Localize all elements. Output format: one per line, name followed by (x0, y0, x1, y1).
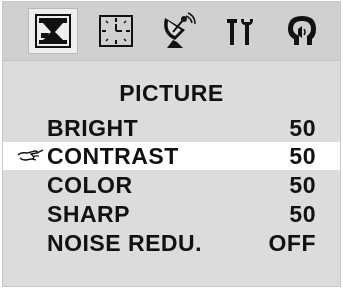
picture-icon (35, 14, 71, 48)
tab-picture[interactable] (28, 8, 78, 54)
menu-item-value: 50 (289, 172, 316, 198)
menu-item-label: BRIGHT (47, 115, 139, 141)
menu-tab-bar (3, 2, 340, 60)
menu-title: PICTURE (119, 80, 224, 106)
menu-item-label: NOISE REDU. (47, 230, 203, 256)
satellite-dish-icon (164, 12, 196, 48)
osd-menu-panel: PICTURE BRIGHT 50 CONTRAST 50 COLOR 50 S… (2, 1, 341, 287)
tab-clock[interactable] (91, 8, 141, 54)
menu-item-contrast[interactable]: CONTRAST 50 (3, 142, 340, 170)
menu-item-label: COLOR (47, 172, 133, 198)
menu-item-value: 50 (289, 115, 316, 141)
tab-divider (3, 60, 340, 61)
menu-item-value: 50 (289, 143, 316, 169)
menu-item-color[interactable]: COLOR 50 (3, 171, 340, 199)
menu-item-bright[interactable]: BRIGHT 50 (3, 114, 340, 142)
tab-satellite[interactable] (153, 8, 203, 54)
menu-item-sharp[interactable]: SHARP 50 (3, 200, 340, 228)
hand-pointer-icon (17, 149, 44, 161)
speaker-ear-icon (288, 16, 316, 45)
menu-item-label: CONTRAST (47, 143, 179, 169)
tools-icon (227, 19, 253, 45)
menu-item-value: OFF (268, 230, 316, 256)
menu-item-value: 50 (289, 201, 316, 227)
clock-icon (99, 15, 133, 47)
tab-audio[interactable] (277, 8, 327, 54)
menu-item-label: SHARP (47, 201, 131, 227)
tab-tools[interactable] (215, 8, 265, 54)
menu-item-noise-reduction[interactable]: NOISE REDU. OFF (3, 229, 340, 257)
